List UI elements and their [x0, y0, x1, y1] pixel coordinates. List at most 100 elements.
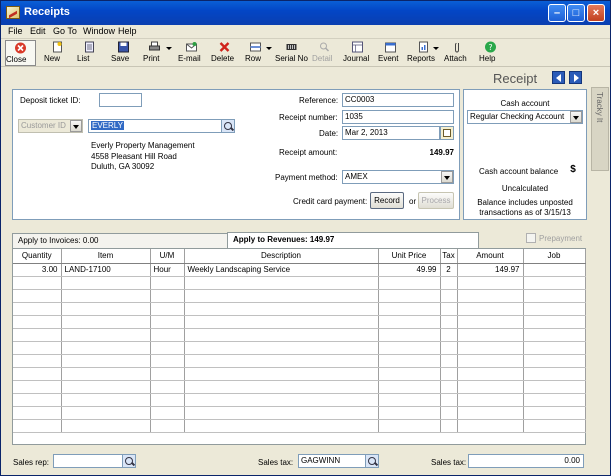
- empty-cell[interactable]: [150, 315, 185, 329]
- empty-cell[interactable]: [184, 302, 379, 316]
- event-button[interactable]: Event: [378, 40, 402, 66]
- empty-cell[interactable]: [457, 419, 524, 433]
- empty-cell[interactable]: [378, 406, 441, 420]
- empty-cell[interactable]: [61, 341, 151, 355]
- empty-cell[interactable]: [61, 276, 151, 290]
- empty-cell[interactable]: [150, 328, 185, 342]
- row-dropdown-icon[interactable]: [266, 47, 272, 50]
- empty-cell[interactable]: [440, 380, 458, 394]
- empty-cell[interactable]: [523, 276, 586, 290]
- empty-cell[interactable]: [457, 380, 524, 394]
- menu-help[interactable]: Help: [118, 26, 137, 36]
- cash-account-dropdown-icon[interactable]: [570, 111, 582, 123]
- tab-apply-to-invoices[interactable]: Apply to Invoices: 0.00: [12, 233, 229, 248]
- empty-cell[interactable]: [523, 302, 586, 316]
- close-window-button[interactable]: ×: [587, 4, 605, 22]
- customer-id-dropdown-icon[interactable]: [70, 120, 82, 132]
- empty-cell[interactable]: [457, 276, 524, 290]
- empty-cell[interactable]: [61, 289, 151, 303]
- new-button[interactable]: New: [44, 40, 70, 66]
- cell-tax[interactable]: 2: [440, 263, 458, 277]
- cell-um[interactable]: Hour: [150, 263, 185, 277]
- empty-cell[interactable]: [378, 393, 441, 407]
- empty-cell[interactable]: [457, 315, 524, 329]
- empty-cell[interactable]: [523, 354, 586, 368]
- empty-cell[interactable]: [184, 406, 379, 420]
- table-row[interactable]: [13, 393, 586, 407]
- empty-cell[interactable]: [523, 380, 586, 394]
- empty-cell[interactable]: [13, 315, 62, 329]
- empty-cell[interactable]: [61, 315, 151, 329]
- empty-cell[interactable]: [150, 380, 185, 394]
- empty-cell[interactable]: [61, 380, 151, 394]
- payment-method-dropdown-icon[interactable]: [441, 171, 453, 183]
- empty-cell[interactable]: [150, 406, 185, 420]
- empty-cell[interactable]: [184, 393, 379, 407]
- empty-cell[interactable]: [523, 289, 586, 303]
- journal-button[interactable]: Journal: [343, 40, 371, 66]
- empty-cell[interactable]: [150, 289, 185, 303]
- cell-quantity[interactable]: 3.00: [13, 263, 62, 277]
- empty-cell[interactable]: [184, 276, 379, 290]
- table-row[interactable]: [13, 276, 586, 290]
- empty-cell[interactable]: [523, 406, 586, 420]
- empty-cell[interactable]: [440, 393, 458, 407]
- payment-method-dropdown[interactable]: AMEX: [342, 170, 454, 184]
- empty-cell[interactable]: [184, 354, 379, 368]
- empty-cell[interactable]: [457, 341, 524, 355]
- empty-cell[interactable]: [523, 419, 586, 433]
- tab-apply-to-revenues[interactable]: Apply to Revenues: 149.97: [227, 232, 479, 248]
- empty-cell[interactable]: [13, 354, 62, 368]
- side-tab[interactable]: Tracky It: [591, 87, 609, 171]
- email-button[interactable]: E-mail: [178, 40, 204, 66]
- empty-cell[interactable]: [61, 419, 151, 433]
- empty-cell[interactable]: [13, 393, 62, 407]
- empty-cell[interactable]: [457, 354, 524, 368]
- print-button[interactable]: Print: [143, 40, 165, 66]
- close-tool-button[interactable]: Close: [5, 40, 36, 66]
- table-row[interactable]: [13, 289, 586, 303]
- empty-cell[interactable]: [378, 289, 441, 303]
- empty-cell[interactable]: [440, 367, 458, 381]
- empty-cell[interactable]: [440, 276, 458, 290]
- empty-cell[interactable]: [378, 341, 441, 355]
- empty-cell[interactable]: [61, 406, 151, 420]
- empty-cell[interactable]: [378, 367, 441, 381]
- empty-cell[interactable]: [457, 289, 524, 303]
- empty-cell[interactable]: [13, 380, 62, 394]
- process-button[interactable]: Process: [418, 192, 454, 209]
- sales-tax-amount-field[interactable]: 0.00: [468, 454, 584, 468]
- reference-field[interactable]: CC0003: [342, 93, 454, 107]
- empty-cell[interactable]: [13, 276, 62, 290]
- calendar-icon[interactable]: [440, 126, 454, 140]
- empty-cell[interactable]: [61, 367, 151, 381]
- date-field[interactable]: Mar 2, 2013: [342, 126, 440, 140]
- empty-cell[interactable]: [457, 406, 524, 420]
- table-row[interactable]: [13, 406, 586, 420]
- empty-cell[interactable]: [184, 315, 379, 329]
- empty-cell[interactable]: [13, 289, 62, 303]
- empty-cell[interactable]: [457, 302, 524, 316]
- cell-item[interactable]: LAND-17100: [61, 263, 151, 277]
- empty-cell[interactable]: [150, 393, 185, 407]
- table-row[interactable]: [13, 302, 586, 316]
- empty-cell[interactable]: [184, 289, 379, 303]
- cell-unit-price[interactable]: 49.99: [378, 263, 441, 277]
- sales-tax-lookup-icon[interactable]: [365, 454, 379, 468]
- empty-cell[interactable]: [184, 341, 379, 355]
- table-row[interactable]: [13, 380, 586, 394]
- empty-cell[interactable]: [61, 302, 151, 316]
- empty-cell[interactable]: [440, 328, 458, 342]
- previous-receipt-arrow-icon[interactable]: [552, 71, 565, 84]
- cell-description[interactable]: Weekly Landscaping Service: [184, 263, 379, 277]
- empty-cell[interactable]: [523, 393, 586, 407]
- table-row[interactable]: [13, 419, 586, 433]
- list-button[interactable]: List: [77, 40, 101, 66]
- empty-cell[interactable]: [523, 315, 586, 329]
- empty-cell[interactable]: [440, 289, 458, 303]
- attach-button[interactable]: Attach: [444, 40, 470, 66]
- empty-cell[interactable]: [440, 315, 458, 329]
- table-row[interactable]: [13, 328, 586, 342]
- empty-cell[interactable]: [457, 328, 524, 342]
- empty-cell[interactable]: [61, 354, 151, 368]
